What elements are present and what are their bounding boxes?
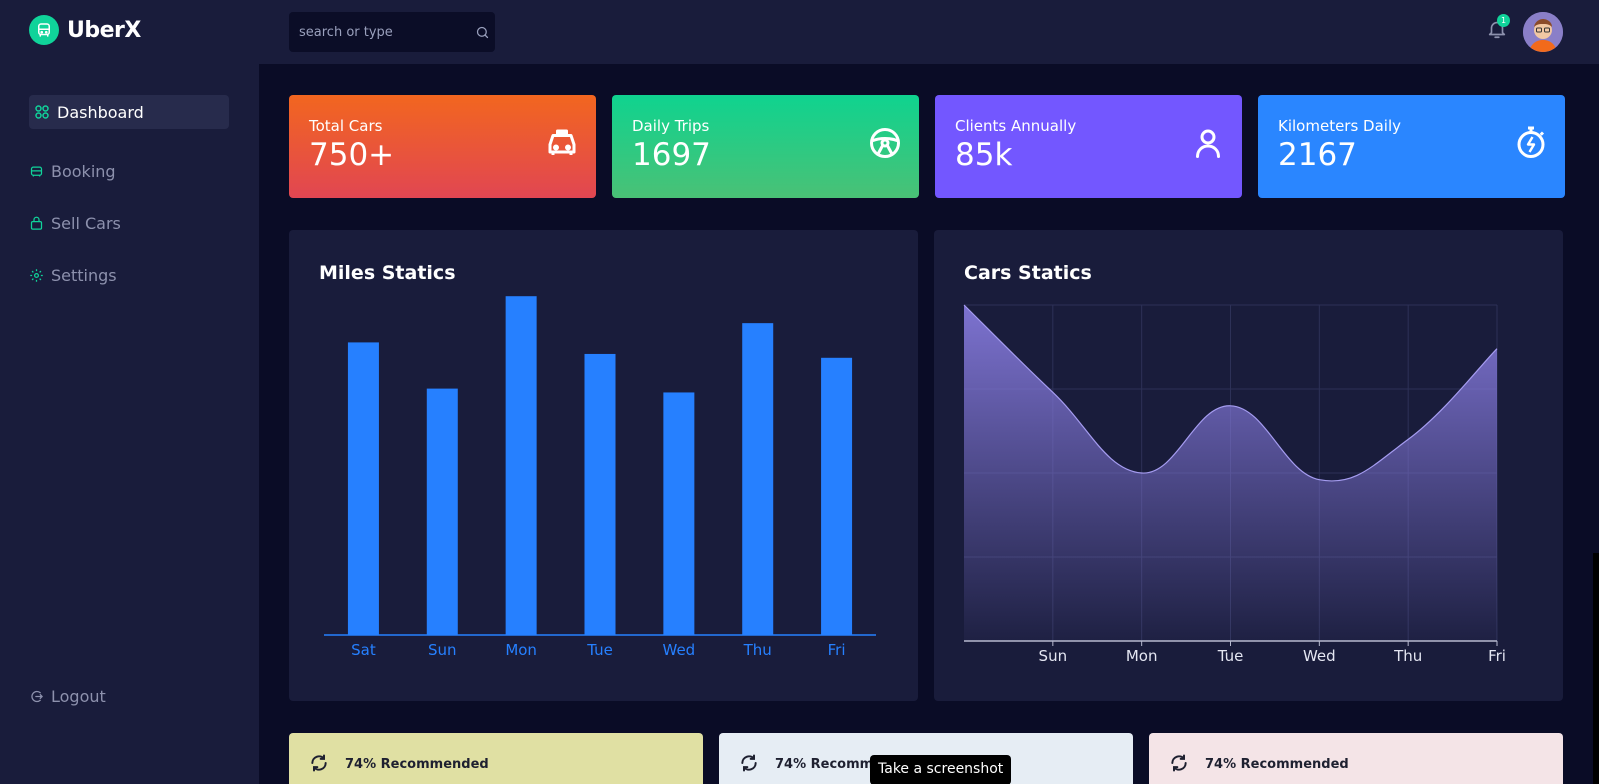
x-tick-label: Wed [663,641,696,659]
x-tick-label: Mon [505,641,537,659]
sidebar-item-label: Dashboard [57,102,144,122]
stat-card-daily-trips[interactable]: Daily Trips 1697 [612,95,919,198]
recommendation-card[interactable]: 74% Recommended [1149,733,1563,784]
logout-button[interactable]: Logout [29,679,229,713]
bar-fri [821,357,853,635]
x-tick-label: Sun [428,641,457,659]
x-tick-label: Fri [828,641,846,659]
stat-title: Daily Trips [632,117,710,135]
x-tick-label: Wed [1303,647,1336,665]
stat-title: Kilometers Daily [1278,117,1402,135]
refresh-icon [739,753,759,773]
refresh-icon [1169,753,1189,773]
sidebar-item-label: Settings [51,265,117,285]
sidebar: Dashboard Booking Sell Cars Settings Log… [0,64,259,784]
refresh-icon [309,753,329,773]
logout-label: Logout [51,686,106,706]
search-box [289,12,495,52]
sidebar-item-booking[interactable]: Booking [29,154,229,188]
x-tick-label: Sat [351,641,376,659]
sidebar-item-settings[interactable]: Settings [29,258,229,292]
logout-icon [29,688,45,704]
cars-area-chart: Sun Mon Tue Wed Thu Fri [963,304,1506,665]
x-tick-label: Mon [1126,647,1158,665]
stat-value: 2167 [1278,137,1357,173]
miles-bar-chart: Sat Sun Mon Tue Wed Thu Fri [324,296,876,659]
dashboard-page: UberX 1 [0,0,1599,784]
bar-sun [426,388,458,635]
recommendation-card[interactable]: 74% Recommended [289,733,703,784]
stat-value: 750+ [309,137,395,173]
stat-title: Total Cars [309,117,383,135]
x-tick-label: Tue [1217,647,1244,665]
gear-icon [29,267,45,283]
taxi-logo-icon [29,15,59,45]
car-icon [29,163,45,179]
stat-value: 1697 [632,137,711,173]
bag-icon [29,215,45,231]
x-tick-label: Sun [1039,647,1068,665]
bar-tue [584,353,616,635]
stat-card-clients-annually[interactable]: Clients Annually 85k [935,95,1242,198]
notification-badge: 1 [1497,14,1510,27]
steering-wheel-icon [867,125,903,161]
taxi-icon [544,125,580,161]
stat-card-kilometers-daily[interactable]: Kilometers Daily 2167 [1258,95,1565,198]
stat-card-total-cars[interactable]: Total Cars 750+ [289,95,596,198]
stopwatch-icon [1513,125,1549,161]
sidebar-item-label: Booking [51,161,116,181]
user-icon [1190,125,1226,161]
bar-wed [663,392,695,635]
x-tick-label: Thu [743,641,772,659]
recommendation-label: 74% Recommended [1205,757,1349,772]
search-input[interactable] [289,12,469,52]
x-tick-label: Tue [586,641,613,659]
stat-title: Clients Annually [955,117,1077,135]
sidebar-item-dashboard[interactable]: Dashboard [29,95,229,129]
bar-mon [505,296,537,635]
x-tick-label: Thu [1393,647,1422,665]
brand-logo[interactable]: UberX [29,15,141,45]
x-tick-label: Fri [1488,647,1506,665]
brand-name: UberX [67,17,141,43]
window-edge [1593,553,1599,784]
stat-value: 85k [955,137,1013,173]
top-header: UberX 1 [0,0,1599,64]
bar-sat [347,342,379,635]
search-icon[interactable] [469,25,495,40]
screenshot-tooltip: Take a screenshot [870,755,1012,784]
sidebar-item-label: Sell Cars [51,213,121,233]
sidebar-item-sell-cars[interactable]: Sell Cars [29,206,229,240]
miles-statics-panel: Miles Statics Sat Sun Mon Tue Wed Thu Fri [289,230,918,701]
bar-thu [742,323,774,635]
avatar[interactable] [1523,12,1563,52]
grid-icon [35,104,51,120]
recommendation-label: 74% Recommended [345,757,489,772]
cars-statics-panel: Cars Statics Sun Mon Tue Wed Thu Fri [934,230,1563,701]
